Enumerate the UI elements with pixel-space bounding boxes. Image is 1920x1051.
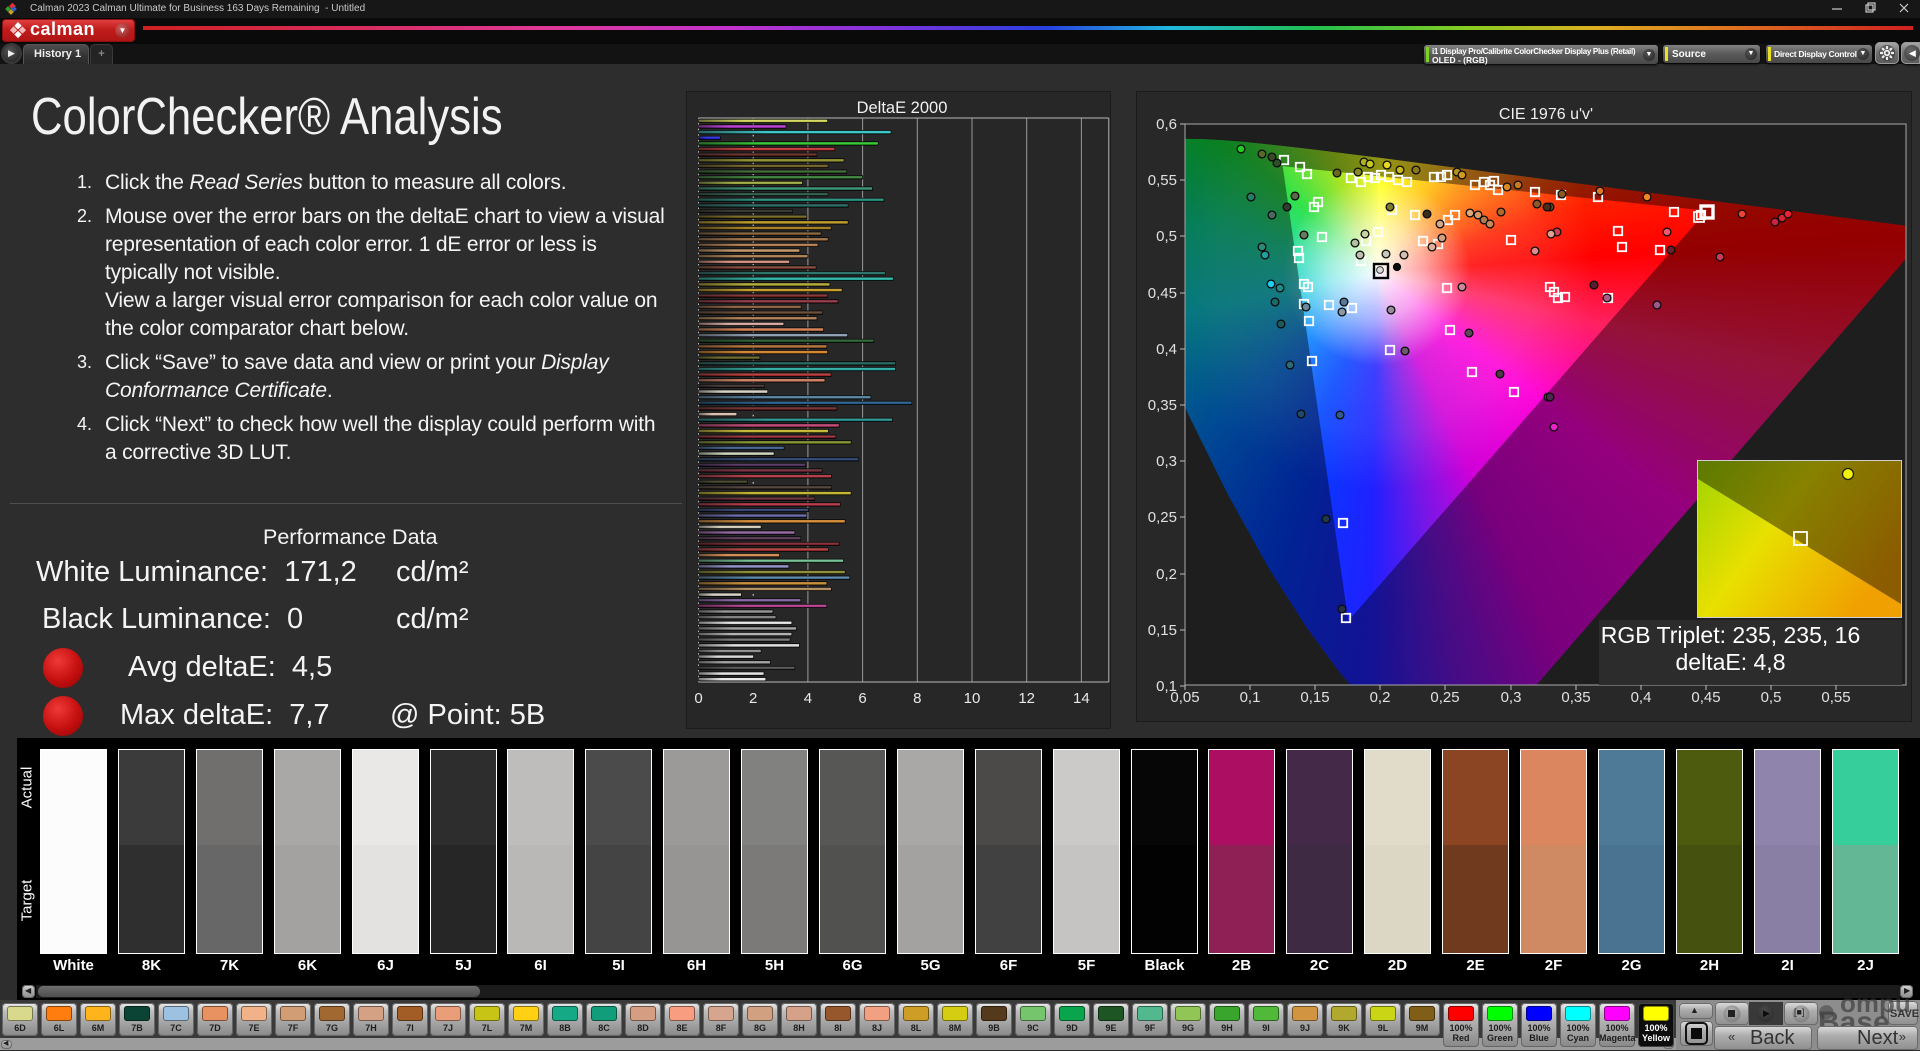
svg-text:6: 6 [858, 690, 866, 707]
svg-text:0,15: 0,15 [1300, 689, 1329, 706]
svg-text:0,25: 0,25 [1148, 509, 1177, 526]
svg-text:0,55: 0,55 [1821, 689, 1850, 706]
svg-text:CIE 1976 u'v': CIE 1976 u'v' [1499, 106, 1593, 123]
svg-text:0,35: 0,35 [1561, 689, 1590, 706]
svg-text:14: 14 [1073, 690, 1090, 707]
svg-text:0,5: 0,5 [1761, 689, 1782, 706]
svg-text:0,4: 0,4 [1631, 689, 1652, 706]
svg-text:0,35: 0,35 [1148, 397, 1177, 414]
svg-text:0,2: 0,2 [1370, 689, 1391, 706]
svg-text:0,45: 0,45 [1148, 285, 1177, 302]
svg-text:0,45: 0,45 [1691, 689, 1720, 706]
svg-text:8: 8 [913, 690, 921, 707]
svg-text:0,25: 0,25 [1430, 689, 1459, 706]
svg-text:0: 0 [694, 690, 702, 707]
svg-text:0,2: 0,2 [1156, 566, 1177, 583]
svg-text:0,4: 0,4 [1156, 341, 1177, 358]
svg-text:0,55: 0,55 [1148, 172, 1177, 189]
svg-text:0,15: 0,15 [1148, 622, 1177, 639]
svg-text:0,5: 0,5 [1156, 228, 1177, 245]
svg-text:2: 2 [749, 690, 757, 707]
svg-text:4: 4 [804, 690, 812, 707]
svg-text:0,3: 0,3 [1156, 453, 1177, 470]
svg-text:0,1: 0,1 [1240, 689, 1261, 706]
svg-text:10: 10 [964, 690, 981, 707]
svg-text:12: 12 [1018, 690, 1035, 707]
svg-text:DeltaE 2000: DeltaE 2000 [857, 99, 948, 117]
svg-text:0,1: 0,1 [1156, 678, 1177, 695]
svg-text:0,6: 0,6 [1156, 116, 1177, 133]
svg-text:0,3: 0,3 [1501, 689, 1522, 706]
